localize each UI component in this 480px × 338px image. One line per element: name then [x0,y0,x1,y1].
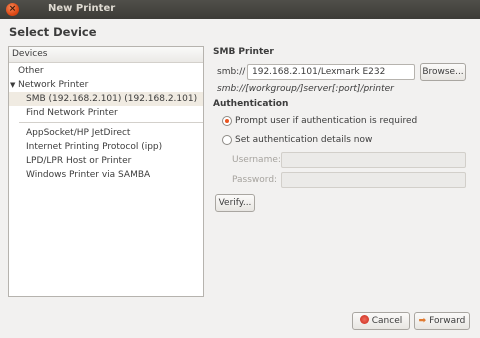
window-title: New Printer [48,3,116,14]
set-auth-label[interactable]: Set authentication details now [235,135,372,145]
password-label: Password: [232,175,278,185]
set-auth-radio[interactable] [222,135,232,145]
list-item-ipp[interactable]: Internet Printing Protocol (ipp) [9,140,203,154]
list-item-smb[interactable]: SMB (192.168.2.101) (192.168.2.101) [9,92,203,106]
device-list-header[interactable]: Devices [9,47,203,63]
cancel-icon [359,315,369,324]
verify-button[interactable]: Verify... [215,194,255,212]
list-item-other[interactable]: Other [9,64,203,78]
smb-section-title: SMB Printer [213,47,274,57]
list-item-lpd[interactable]: LPD/LPR Host or Printer [9,154,203,168]
device-list[interactable]: Devices Other ▼ Network Printer SMB (192.… [8,46,204,297]
prompt-auth-label[interactable]: Prompt user if authentication is require… [235,116,417,126]
list-item-find-network-printer[interactable]: Find Network Printer [9,106,203,120]
password-field[interactable] [281,172,466,188]
smb-uri-input[interactable] [247,64,415,80]
list-separator [19,122,203,123]
cancel-button[interactable]: Cancel [352,312,410,330]
auth-section-title: Authentication [213,99,289,109]
username-label: Username: [232,155,281,165]
expander-triangle-icon[interactable]: ▼ [10,78,18,92]
forward-button[interactable]: ➡ Forward [414,312,470,330]
list-item-appsocket[interactable]: AppSocket/HP JetDirect [9,126,203,140]
forward-arrow-icon: ➡ [418,316,427,326]
prompt-auth-radio[interactable] [222,116,232,126]
close-icon[interactable]: × [6,3,19,16]
smb-prefix-label: smb:// [217,67,246,77]
list-item-network-printer[interactable]: ▼ Network Printer [9,78,203,92]
title-bar: × New Printer [0,0,480,19]
smb-hint: smb://[workgroup/]server[:port]/printer [217,84,394,94]
browse-button[interactable]: Browse... [420,63,466,81]
list-item-samba[interactable]: Windows Printer via SAMBA [9,168,203,182]
page-title: Select Device [9,25,97,39]
username-field[interactable] [281,152,466,168]
